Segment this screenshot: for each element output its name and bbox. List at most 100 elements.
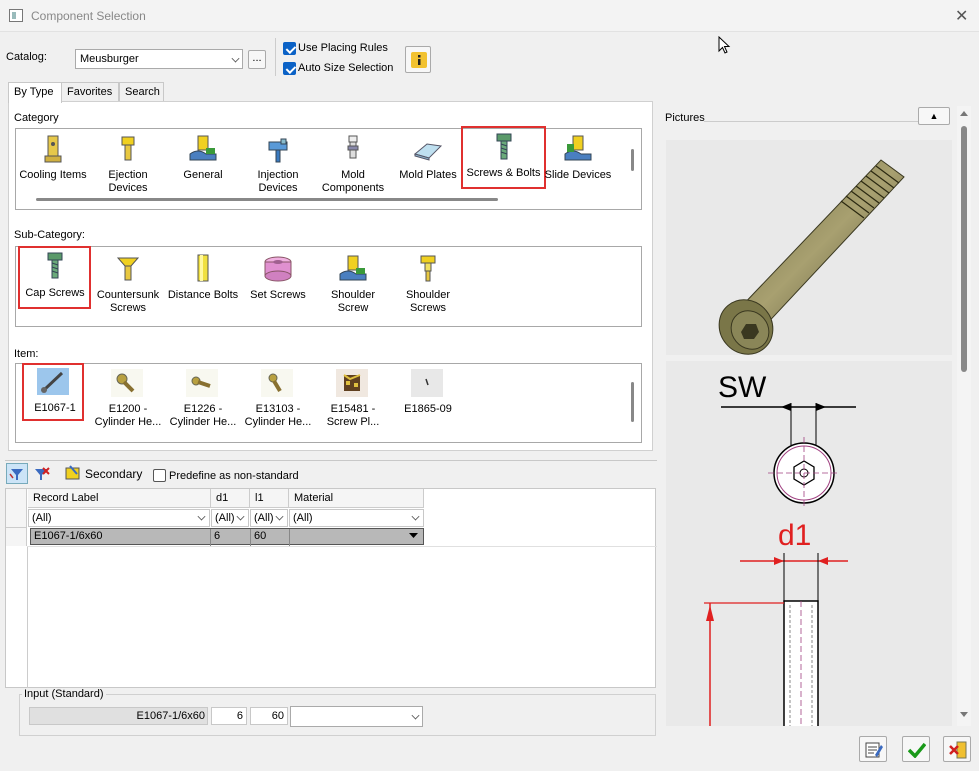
category-list[interactable]: Cooling Items Ejection Devices General I… bbox=[15, 126, 642, 210]
item-label-text: E1067-1 bbox=[34, 402, 76, 414]
records-grid[interactable]: Record Label d1 l1 Material (All) (All) … bbox=[5, 488, 657, 688]
app-icon bbox=[9, 9, 23, 22]
item-list[interactable]: E1067-1 E1200 - Cylinder He... E1226 - C… bbox=[15, 363, 642, 443]
scrollbar-thumb[interactable] bbox=[961, 126, 967, 372]
category-item-screws-bolts[interactable]: Screws & Bolts bbox=[461, 126, 546, 189]
category-vertical-scrollbar[interactable] bbox=[631, 149, 634, 171]
item-label-text: E13103 - Cylinder He... bbox=[244, 403, 312, 428]
category-item-slide-devices[interactable]: Slide Devices bbox=[541, 132, 615, 200]
catalog-value: Meusburger bbox=[80, 53, 139, 65]
sub-category-list[interactable]: Cap Screws Countersunk Screws Distance B… bbox=[15, 246, 642, 327]
chevron-down-icon bbox=[231, 54, 240, 63]
mold-plates-icon bbox=[413, 143, 443, 161]
material-cell[interactable] bbox=[290, 529, 423, 546]
l1-filter[interactable]: (All) bbox=[250, 509, 288, 527]
item-e13103[interactable]: E13103 - Cylinder He... bbox=[241, 369, 315, 437]
column-header-l1[interactable]: l1 bbox=[250, 489, 289, 508]
e1200-thumbnail bbox=[111, 369, 143, 397]
column-header-record-label[interactable]: Record Label bbox=[28, 489, 211, 508]
sub-category-item-set-screws[interactable]: Set Screws bbox=[241, 252, 315, 320]
category-horizontal-scrollbar[interactable] bbox=[36, 198, 498, 201]
catalog-select[interactable]: Meusburger bbox=[75, 49, 243, 69]
screw-3d-image bbox=[718, 159, 905, 355]
item-vertical-scrollbar[interactable] bbox=[631, 382, 634, 422]
catalog-browse-button[interactable]: ... bbox=[248, 50, 266, 69]
cooling-items-icon bbox=[44, 135, 62, 163]
slide-devices-icon bbox=[564, 135, 592, 161]
category-label-text: Mold Plates bbox=[399, 169, 457, 181]
title-bar: Component Selection ✕ bbox=[0, 0, 979, 32]
scroll-down-icon[interactable] bbox=[960, 712, 968, 718]
catalog-label: Catalog: bbox=[6, 51, 47, 63]
sub-category-item-countersunk-screws[interactable]: Countersunk Screws bbox=[91, 252, 165, 320]
grid-divider bbox=[27, 546, 28, 688]
category-item-ejection-devices[interactable]: Ejection Devices bbox=[91, 132, 165, 200]
separator bbox=[5, 460, 657, 461]
exit-button[interactable] bbox=[943, 736, 971, 762]
tab-search[interactable]: Search bbox=[119, 82, 164, 102]
sub-category-item-shoulder-screw[interactable]: Shoulder Screw bbox=[316, 252, 390, 320]
close-icon[interactable]: ✕ bbox=[955, 6, 968, 26]
category-label-text: Cooling Items bbox=[19, 169, 87, 181]
category-item-cooling-items[interactable]: Cooling Items bbox=[16, 132, 90, 200]
ok-button[interactable] bbox=[902, 736, 930, 762]
item-e15481[interactable]: E15481 - Screw Pl... bbox=[316, 369, 390, 437]
dimension-d1-label: d1 bbox=[778, 519, 812, 552]
input-d1-field[interactable]: 6 bbox=[211, 707, 247, 725]
item-label: Item: bbox=[14, 348, 39, 360]
column-header-material[interactable]: Material bbox=[289, 489, 424, 508]
predefine-label: Predefine as non-standard bbox=[169, 470, 299, 482]
tab-by-type[interactable]: By Type bbox=[8, 82, 62, 103]
sub-category-item-cap-screws[interactable]: Cap Screws bbox=[18, 246, 91, 309]
use-placing-rules-checkbox[interactable] bbox=[283, 42, 296, 55]
clear-filter-button[interactable] bbox=[31, 464, 53, 485]
e15481-thumbnail bbox=[336, 369, 368, 397]
auto-size-selection-checkbox[interactable] bbox=[283, 62, 296, 75]
category-item-general[interactable]: General bbox=[166, 132, 240, 200]
e1865-09-thumbnail bbox=[411, 369, 443, 397]
row-selector[interactable] bbox=[6, 527, 27, 546]
item-e1200[interactable]: E1200 - Cylinder He... bbox=[91, 369, 165, 437]
sub-category-item-shoulder-screws[interactable]: Shoulder Screws bbox=[391, 252, 465, 320]
item-label-text: E1865-09 bbox=[404, 403, 452, 415]
item-label-text: E1200 - Cylinder He... bbox=[94, 403, 162, 428]
category-item-injection-devices[interactable]: Injection Devices bbox=[241, 132, 315, 200]
general-icon bbox=[189, 135, 217, 161]
pictures-scrollbar[interactable] bbox=[957, 106, 971, 726]
properties-icon bbox=[865, 742, 883, 758]
properties-button[interactable] bbox=[859, 736, 887, 762]
d1-filter[interactable]: (All) bbox=[211, 509, 249, 527]
info-button[interactable] bbox=[405, 46, 431, 73]
predefine-checkbox[interactable] bbox=[153, 469, 166, 482]
material-filter[interactable]: (All) bbox=[289, 509, 424, 527]
grid-divider bbox=[27, 546, 657, 547]
dropdown-arrow-icon bbox=[409, 533, 418, 538]
input-l1-field[interactable]: 60 bbox=[250, 707, 288, 725]
distance-bolts-icon bbox=[197, 254, 209, 282]
ejection-devices-icon bbox=[121, 136, 135, 161]
filter-button[interactable] bbox=[6, 463, 28, 484]
chevron-down-icon bbox=[236, 512, 245, 521]
e1067-1-thumbnail bbox=[41, 371, 64, 393]
scroll-up-icon[interactable] bbox=[960, 110, 968, 116]
record-label-filter[interactable]: (All) bbox=[28, 509, 210, 527]
input-material-select[interactable] bbox=[290, 706, 423, 727]
sub-category-label-text: Countersunk Screws bbox=[96, 289, 160, 314]
item-e1067-1[interactable]: E1067-1 bbox=[22, 363, 84, 421]
category-label-text: Injection Devices bbox=[257, 169, 299, 194]
filter-value: (All) bbox=[293, 512, 313, 524]
secondary-button[interactable]: Secondary bbox=[85, 467, 142, 481]
category-label-text: General bbox=[183, 169, 223, 181]
item-e1865-09[interactable]: E1865-09 bbox=[391, 369, 465, 437]
collapse-pictures-button[interactable]: ▲ bbox=[918, 107, 950, 125]
item-label-text: E1226 - Cylinder He... bbox=[169, 403, 237, 428]
category-item-mold-plates[interactable]: Mold Plates bbox=[391, 132, 465, 200]
column-header-d1[interactable]: d1 bbox=[211, 489, 250, 508]
window-title: Component Selection bbox=[31, 9, 146, 23]
sub-category-item-distance-bolts[interactable]: Distance Bolts bbox=[166, 252, 240, 320]
table-row[interactable]: E1067-1/6x60 6 60 bbox=[30, 528, 424, 546]
mouse-cursor-icon bbox=[718, 36, 731, 54]
item-e1226[interactable]: E1226 - Cylinder He... bbox=[166, 369, 240, 437]
category-item-mold-components[interactable]: Mold Components bbox=[316, 132, 390, 200]
tab-favorites[interactable]: Favorites bbox=[61, 82, 119, 102]
